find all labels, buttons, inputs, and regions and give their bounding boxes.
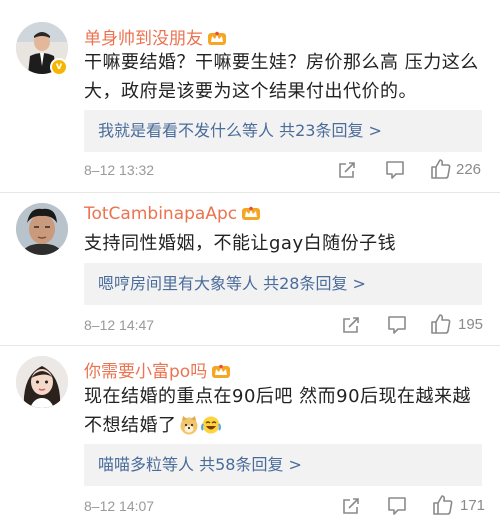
like-count: 171 [460, 497, 486, 514]
comment-icon[interactable] [384, 159, 406, 181]
username-text: 单身帅到没朋友 [84, 29, 203, 49]
avatar[interactable] [16, 356, 68, 408]
avatar[interactable] [16, 203, 68, 255]
share-icon[interactable] [340, 495, 362, 517]
thumbs-up-icon[interactable] [430, 313, 452, 335]
comment-item: TotCambinapaApc 支持同性婚姻，不能让gay白随份子钱 嗯哼房间里… [0, 193, 500, 347]
comment-icon[interactable] [386, 495, 408, 517]
comment-timestamp: 8–12 14:47 [84, 317, 155, 333]
like-count: 195 [458, 316, 484, 333]
reply-summary-link[interactable]: 喵喵多粒等人 共58条回复 > [84, 444, 482, 486]
comment-username[interactable]: 单身帅到没朋友 [84, 24, 227, 49]
comment-text-body: 现在结婚的重点在90后吧 然而90后现在越来越不想结婚了 [84, 386, 472, 436]
thumbs-up-icon[interactable] [432, 494, 454, 516]
comment-text: 干嘛要结婚？干嘛要生娃？房价那么高 压力这么大，政府是该要为这个结果付出代价的。 [84, 52, 479, 102]
comment-item: v 单身帅到没朋友 干嘛要结婚？干嘛要生娃？房价那么高 压力这么大，政府是该要为… [0, 0, 500, 192]
comment-icon[interactable] [386, 314, 408, 336]
crown-badge-icon [208, 31, 226, 45]
username-text: 你需要小富po吗 [84, 362, 208, 382]
username-text: TotCambinapaApc [84, 204, 238, 224]
doge-emoji [180, 416, 197, 435]
comment-timestamp: 8–12 14:07 [84, 498, 155, 514]
share-icon[interactable] [336, 159, 358, 181]
comment-item: 你需要小富po吗 现在结婚的重点在90后吧 然而90后现在越来越不想结婚了 喵喵… [0, 346, 500, 526]
comment-username[interactable]: TotCambinapaApc [84, 204, 261, 224]
crown-badge-icon [212, 364, 231, 378]
verified-badge: v [50, 58, 68, 76]
reply-summary-link[interactable]: 我就是看看不发什么等人 共23条回复 > [84, 110, 482, 152]
like-count: 226 [456, 161, 482, 178]
reply-summary-link[interactable]: 嗯哼房间里有大象等人 共28条回复 > [84, 263, 482, 305]
crown-badge-icon [242, 206, 261, 220]
comment-text: 支持同性婚姻，不能让gay白随份子钱 [84, 233, 397, 254]
comment-text: 现在结婚的重点在90后吧 然而90后现在越来越不想结婚了 [84, 382, 480, 440]
comment-timestamp: 8–12 13:32 [84, 162, 155, 178]
laugh-cry-emoji [200, 416, 221, 434]
thumbs-up-icon[interactable] [430, 158, 452, 180]
comment-username[interactable]: 你需要小富po吗 [84, 357, 231, 382]
share-icon[interactable] [340, 314, 362, 336]
